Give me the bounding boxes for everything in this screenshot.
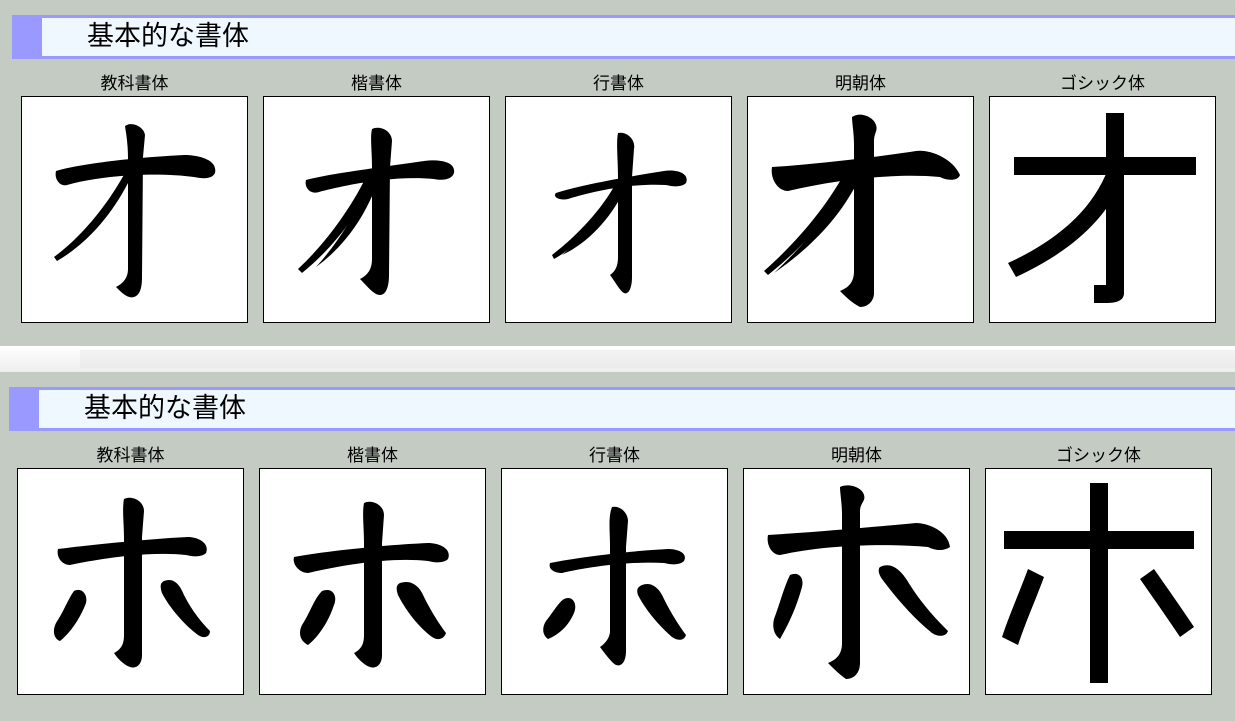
glyph-card-kyokasho [17, 468, 244, 695]
font-section-ho: 基本的な書体 教科書体 楷書体 行書体 明朝体 ゴシック体 [0, 372, 1235, 721]
glyph-card-mincho [743, 468, 970, 695]
card-label-kyokasho: 教科書体 [96, 446, 165, 466]
glyph-card-kyokasho [21, 96, 248, 323]
katakana-o-kaisho-glyph [298, 127, 455, 296]
card-label-gyosho: 行書体 [593, 74, 644, 94]
glyph-card-kaisho [259, 468, 486, 695]
katakana-o-mincho-glyph [764, 114, 960, 307]
card-label-kaisho: 楷書体 [347, 446, 398, 466]
katakana-o-gyosho-glyph [552, 132, 687, 294]
heading-accent-bar [12, 15, 42, 59]
card-label-kaisho: 楷書体 [351, 74, 402, 94]
glyph-card-gothic [985, 468, 1212, 695]
section-divider [0, 346, 1235, 372]
section-divider-shadow [80, 350, 1235, 368]
card-label-mincho: 明朝体 [831, 446, 882, 466]
font-section-o: 基本的な書体 教科書体 楷書体 行書体 明朝体 ゴシック体 [0, 0, 1235, 346]
section-title: 基本的な書体 [87, 21, 249, 52]
katakana-o-kyokasho-glyph [54, 124, 216, 298]
katakana-ho-kaisho-glyph [293, 501, 449, 668]
katakana-o-gothic-glyph [1008, 113, 1196, 303]
glyph-card-mincho [747, 96, 974, 323]
katakana-ho-kyokasho-glyph [53, 497, 210, 668]
card-label-gothic: ゴシック体 [1056, 446, 1141, 466]
katakana-ho-mincho-glyph [767, 485, 950, 679]
glyph-card-gyosho [501, 468, 728, 695]
section-title: 基本的な書体 [84, 393, 246, 424]
glyph-card-gyosho [505, 96, 732, 323]
section-heading: 基本的な書体 [9, 387, 1235, 431]
card-label-kyokasho: 教科書体 [100, 74, 169, 94]
heading-accent-bar [9, 387, 39, 431]
card-label-gyosho: 行書体 [589, 446, 640, 466]
card-label-gothic: ゴシック体 [1060, 74, 1145, 94]
glyph-card-kaisho [263, 96, 490, 323]
glyph-card-gothic [989, 96, 1216, 323]
katakana-ho-gyosho-glyph [543, 506, 686, 666]
section-heading: 基本的な書体 [12, 15, 1235, 59]
katakana-ho-gothic-glyph [1002, 483, 1194, 683]
card-label-mincho: 明朝体 [835, 74, 886, 94]
